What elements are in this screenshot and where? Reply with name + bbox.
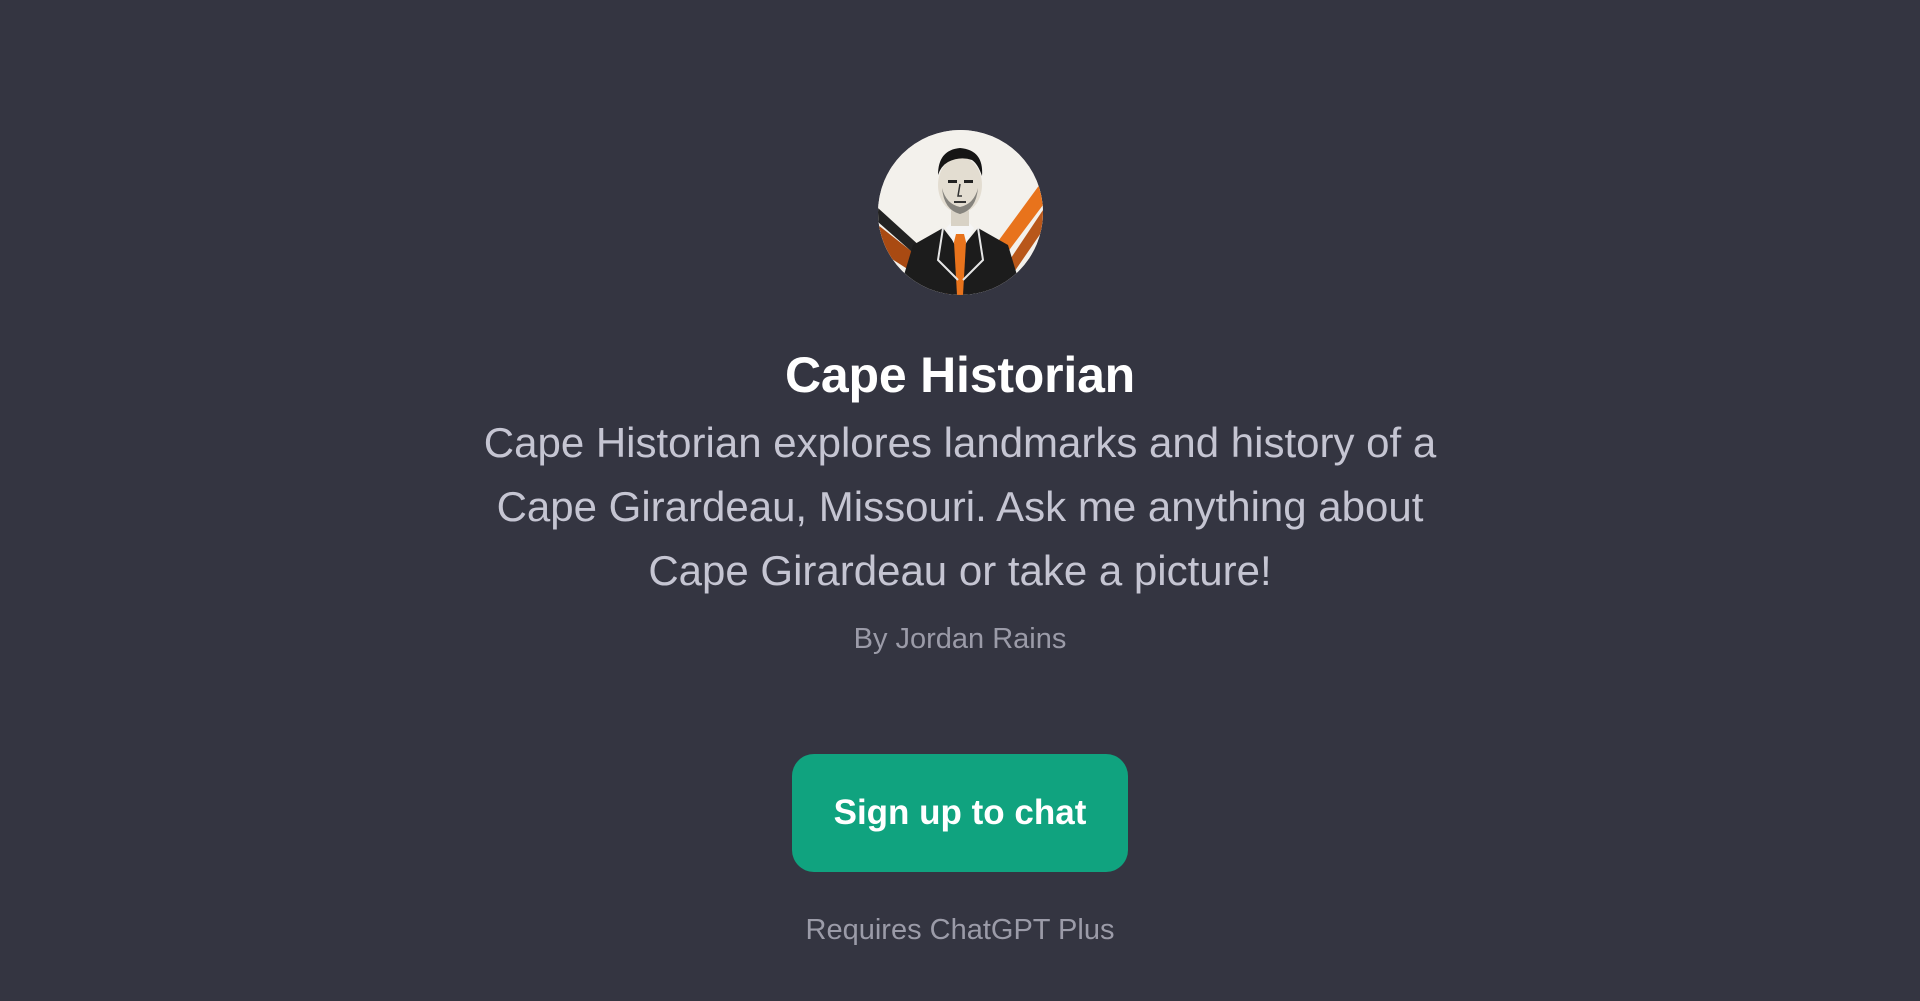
gpt-profile: Cape Historian Cape Historian explores l… xyxy=(0,0,1920,950)
gpt-avatar xyxy=(877,130,1043,295)
requires-plus-note: Requires ChatGPT Plus xyxy=(805,914,1115,946)
gpt-author: By Jordan Rains xyxy=(853,623,1067,655)
gpt-title: Cape Historian xyxy=(784,347,1136,403)
historian-portrait-icon xyxy=(877,130,1043,295)
gpt-landing-page: Cape Historian Cape Historian explores l… xyxy=(0,0,1920,1001)
sign-up-to-chat-button[interactable]: Sign up to chat xyxy=(792,754,1128,872)
gpt-description: Cape Historian explores landmarks and hi… xyxy=(483,419,1437,594)
